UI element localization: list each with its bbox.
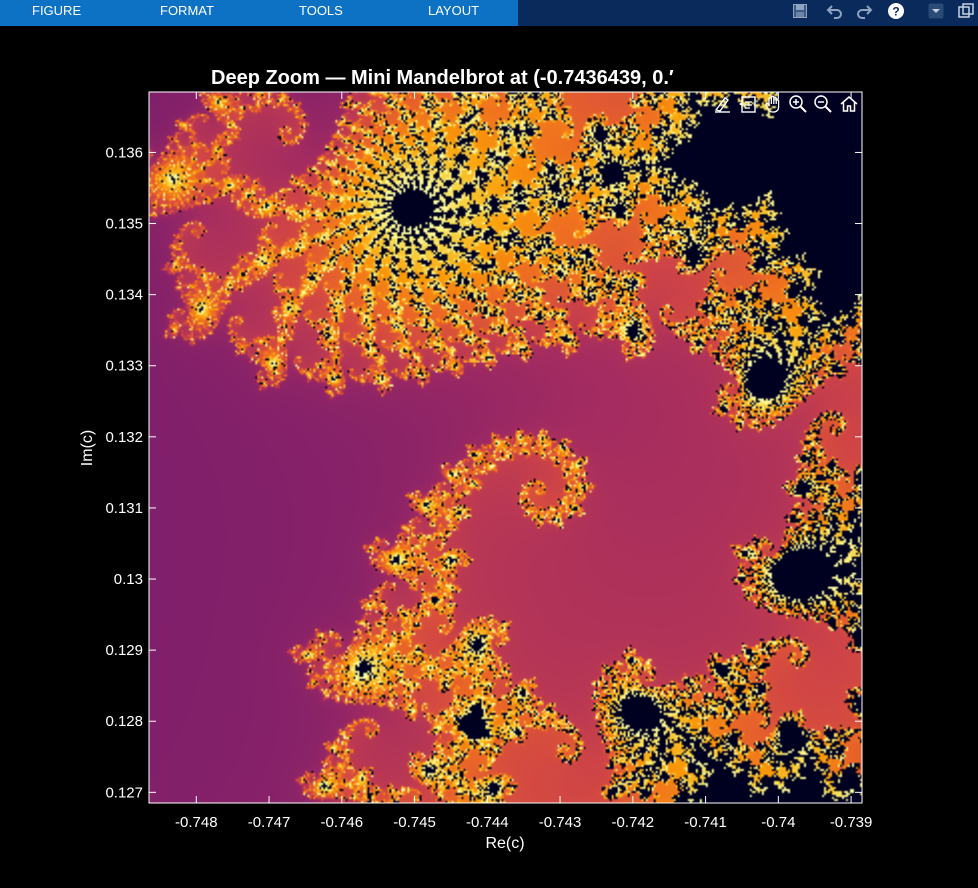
quick-access-bar: ? (780, 0, 978, 22)
redo-icon[interactable] (854, 1, 874, 21)
y-tick-label: 0.13 (114, 571, 143, 588)
x-tick-label: -0.739 (830, 814, 873, 831)
tab-tools[interactable]: TOOLS (299, 0, 343, 22)
y-tick-label: 0.128 (105, 713, 143, 730)
y-tick-label: 0.127 (105, 784, 143, 801)
help-icon[interactable]: ? (886, 1, 906, 21)
save-icon[interactable] (790, 1, 810, 21)
chart-title: Deep Zoom — Mini Mandelbrot at (-0.74364… (211, 67, 674, 89)
x-tick-label: -0.746 (321, 814, 364, 831)
x-tick-label: -0.742 (612, 814, 655, 831)
figure-area: -0.748 -0.747 -0.746 -0.745 -0.744 -0.743 -0.7… (0, 26, 978, 888)
undo-icon[interactable] (825, 1, 845, 21)
undock-icon[interactable] (956, 1, 976, 21)
toolstrip: FIGURE FORMAT TOOLS LAYOUT ? (0, 0, 978, 26)
y-tick-label: 0.135 (105, 216, 143, 233)
y-tick-label: 0.136 (105, 144, 143, 161)
y-tick-label: 0.132 (105, 429, 143, 446)
tab-format[interactable]: FORMAT (160, 0, 214, 22)
y-tick-label: 0.131 (105, 500, 143, 517)
y-tick-label: 0.133 (105, 358, 143, 375)
y-tick-label: 0.129 (105, 642, 143, 659)
chart: -0.748 -0.747 -0.746 -0.745 -0.744 -0.743 -0.7… (79, 67, 873, 852)
tab-layout[interactable]: LAYOUT (428, 0, 479, 22)
y-axis-label: Im(c) (79, 430, 96, 466)
x-tick-label: -0.745 (393, 814, 436, 831)
plot-area[interactable] (149, 92, 862, 803)
svg-text:?: ? (892, 5, 899, 19)
x-tick-label: -0.743 (539, 814, 582, 831)
data-tips-icon[interactable] (737, 92, 759, 116)
toolstrip-tabs: FIGURE FORMAT TOOLS LAYOUT (0, 0, 518, 26)
x-tick-label: -0.744 (466, 814, 509, 831)
x-tick-label: -0.741 (684, 814, 727, 831)
y-tick-label: 0.134 (105, 287, 143, 304)
zoom-in-icon[interactable] (787, 92, 809, 116)
dropdown-icon[interactable] (926, 1, 946, 21)
tab-figure[interactable]: FIGURE (32, 0, 81, 22)
x-axis-label: Re(c) (485, 835, 524, 852)
mandelbrot-heatmap (149, 92, 862, 803)
zoom-out-icon[interactable] (812, 92, 834, 116)
x-tick-label: -0.74 (761, 814, 795, 831)
brush-icon[interactable] (712, 92, 734, 116)
x-tick-label: -0.747 (248, 814, 291, 831)
x-tick-label: -0.748 (175, 814, 218, 831)
axes-toolbar (712, 92, 862, 118)
home-icon[interactable] (838, 92, 860, 116)
pan-icon[interactable] (762, 92, 784, 116)
